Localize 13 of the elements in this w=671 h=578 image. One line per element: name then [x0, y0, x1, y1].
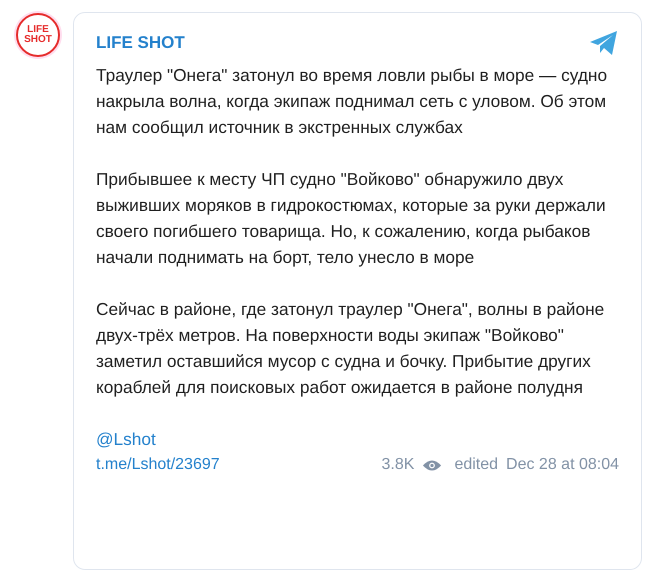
- post-link[interactable]: t.me/Lshot/23697: [96, 456, 220, 474]
- logo-text: LIFE: [27, 25, 49, 35]
- channel-name[interactable]: LIFE SHOT: [96, 33, 185, 53]
- logo-text: SHOT: [24, 35, 52, 45]
- paper-plane-icon[interactable]: [589, 30, 619, 56]
- post-paragraph: Сейчас в районе, где затонул траулер "Онега", волны в районе двух-трёх метров. На поверхности воды экипаж "Войково" заметил оставшийся мусор с судна и бочку. Прибытие других кораблей для поисковых работ ожидается в районе полудня: [96, 298, 606, 399]
- eye-icon: [422, 458, 442, 472]
- post-paragraph: Прибывшее к месту ЧП судно "Войково" обнаружило двух выживших моряков в гидрокостюмах, которые за руки держали своего погибшего товарища. Но, к сожалению, когда рыбаков начали поднимать на борт, тело унесло в море: [96, 168, 607, 269]
- mention-link[interactable]: @Lshot: [96, 426, 156, 452]
- post-paragraph: Траулер "Онега" затонул во время ловли рыбы в море — судно накрыла волна, когда экипаж поднимал сеть с уловом. Об этом нам сообщил источник в экстренных службах: [96, 64, 608, 139]
- post-date: Dec 28 at 08:04: [506, 456, 619, 474]
- edited-label: edited: [454, 456, 498, 474]
- view-count: 3.8K: [382, 456, 414, 474]
